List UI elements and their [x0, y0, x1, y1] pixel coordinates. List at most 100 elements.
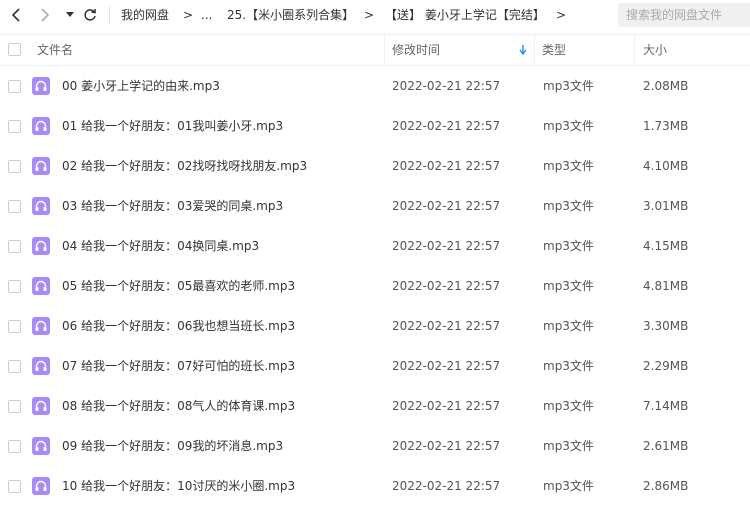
file-type: mp3文件: [543, 119, 594, 133]
column-type-header[interactable]: 类型: [542, 35, 566, 65]
row-checkbox[interactable]: [8, 480, 21, 493]
file-name[interactable]: 10 给我一个好朋友：10讨厌的米小圈.mp3: [62, 466, 295, 506]
chevron-left-icon: [11, 8, 20, 22]
sort-descending-icon[interactable]: [519, 45, 527, 55]
row-checkbox[interactable]: [8, 120, 21, 133]
table-row[interactable]: 09 给我一个好朋友：09我的坏消息.mp3 2022-02-21 22:57 …: [0, 426, 750, 466]
breadcrumb-separator: >: [183, 8, 194, 22]
column-divider[interactable]: [634, 35, 635, 65]
column-name-header[interactable]: 文件名: [37, 35, 73, 65]
file-modified: 2022-02-21 22:57: [392, 119, 501, 133]
breadcrumb-root[interactable]: 我的网盘: [121, 0, 169, 31]
table-row[interactable]: 01 给我一个好朋友：01我叫姜小牙.mp3 2022-02-21 22:57 …: [0, 106, 750, 146]
file-modified: 2022-02-21 22:57: [392, 359, 501, 373]
file-name[interactable]: 08 给我一个好朋友：08气人的体育课.mp3: [62, 386, 295, 426]
table-row[interactable]: 04 给我一个好朋友：04换同桌.mp3 2022-02-21 22:57 mp…: [0, 226, 750, 266]
file-size: 2.08MB: [643, 79, 689, 93]
file-name[interactable]: 01 给我一个好朋友：01我叫姜小牙.mp3: [62, 106, 283, 146]
file-size: 2.29MB: [643, 359, 689, 373]
column-size-header[interactable]: 大小: [643, 35, 667, 65]
breadcrumb-separator: >: [364, 8, 375, 22]
table-row[interactable]: 00 姜小牙上学记的由来.mp3 2022-02-21 22:57 mp3文件 …: [0, 66, 750, 106]
table-row[interactable]: 06 给我一个好朋友：06我也想当班长.mp3 2022-02-21 22:57…: [0, 306, 750, 346]
file-size: 4.10MB: [643, 159, 689, 173]
file-name[interactable]: 07 给我一个好朋友：07好可怕的班长.mp3: [62, 346, 295, 386]
breadcrumb-folder-current[interactable]: 【送】 姜小牙上学记【完结】: [385, 0, 545, 31]
file-size: 4.81MB: [643, 279, 689, 293]
file-modified: 2022-02-21 22:57: [392, 399, 501, 413]
audio-file-icon: [32, 277, 50, 295]
file-modified: 2022-02-21 22:57: [392, 319, 501, 333]
audio-file-icon: [32, 157, 50, 175]
audio-file-icon: [32, 397, 50, 415]
table-row[interactable]: 03 给我一个好朋友：03爱哭的同桌.mp3 2022-02-21 22:57 …: [0, 186, 750, 226]
table-row[interactable]: 05 给我一个好朋友：05最喜欢的老师.mp3 2022-02-21 22:57…: [0, 266, 750, 306]
file-name[interactable]: 02 给我一个好朋友：02找呀找呀找朋友.mp3: [62, 146, 307, 186]
audio-file-icon: [32, 437, 50, 455]
row-checkbox[interactable]: [8, 400, 21, 413]
file-name[interactable]: 00 姜小牙上学记的由来.mp3: [62, 66, 220, 106]
file-name[interactable]: 04 给我一个好朋友：04换同桌.mp3: [62, 226, 259, 266]
table-row[interactable]: 10 给我一个好朋友：10讨厌的米小圈.mp3 2022-02-21 22:57…: [0, 466, 750, 506]
file-modified: 2022-02-21 22:57: [392, 239, 501, 253]
file-size: 3.30MB: [643, 319, 689, 333]
caret-down-icon: [66, 12, 74, 17]
table-row[interactable]: 08 给我一个好朋友：08气人的体育课.mp3 2022-02-21 22:57…: [0, 386, 750, 426]
search-input[interactable]: [618, 3, 750, 27]
audio-file-icon: [32, 117, 50, 135]
file-modified: 2022-02-21 22:57: [392, 479, 501, 493]
file-name[interactable]: 05 给我一个好朋友：05最喜欢的老师.mp3: [62, 266, 295, 306]
chevron-right-icon: [41, 8, 50, 22]
file-type: mp3文件: [543, 399, 594, 413]
file-modified: 2022-02-21 22:57: [392, 79, 501, 93]
file-type: mp3文件: [543, 79, 594, 93]
history-dropdown-button[interactable]: [64, 5, 76, 25]
file-type: mp3文件: [543, 359, 594, 373]
refresh-icon: [84, 9, 96, 21]
audio-file-icon: [32, 357, 50, 375]
file-name[interactable]: 06 给我一个好朋友：06我也想当班长.mp3: [62, 306, 295, 346]
audio-file-icon: [32, 237, 50, 255]
file-modified: 2022-02-21 22:57: [392, 439, 501, 453]
column-divider[interactable]: [384, 35, 385, 65]
file-type: mp3文件: [543, 279, 594, 293]
row-checkbox[interactable]: [8, 80, 21, 93]
row-checkbox[interactable]: [8, 200, 21, 213]
file-type: mp3文件: [543, 319, 594, 333]
row-checkbox[interactable]: [8, 320, 21, 333]
toolbar-divider: [109, 6, 110, 25]
toolbar: 我的网盘 > ... 25.【米小圈系列合集】 > 【送】 姜小牙上学记【完结】…: [0, 0, 750, 31]
audio-file-icon: [32, 197, 50, 215]
file-type: mp3文件: [543, 159, 594, 173]
breadcrumb-folder-collection[interactable]: 25.【米小圈系列合集】: [227, 0, 354, 31]
row-checkbox[interactable]: [8, 440, 21, 453]
file-name[interactable]: 03 给我一个好朋友：03爱哭的同桌.mp3: [62, 186, 283, 226]
file-type: mp3文件: [543, 199, 594, 213]
file-modified: 2022-02-21 22:57: [392, 159, 501, 173]
table-row[interactable]: 02 给我一个好朋友：02找呀找呀找朋友.mp3 2022-02-21 22:5…: [0, 146, 750, 186]
file-size: 1.73MB: [643, 119, 689, 133]
table-row[interactable]: 07 给我一个好朋友：07好可怕的班长.mp3 2022-02-21 22:57…: [0, 346, 750, 386]
file-size: 2.86MB: [643, 479, 689, 493]
file-type: mp3文件: [543, 479, 594, 493]
row-checkbox[interactable]: [8, 160, 21, 173]
column-modified-header[interactable]: 修改时间: [392, 35, 440, 65]
row-checkbox[interactable]: [8, 360, 21, 373]
refresh-button[interactable]: [82, 5, 98, 25]
row-checkbox[interactable]: [8, 280, 21, 293]
column-divider[interactable]: [534, 35, 535, 65]
file-size: 7.14MB: [643, 399, 689, 413]
select-all-checkbox[interactable]: [8, 43, 21, 56]
file-type: mp3文件: [543, 239, 594, 253]
file-list-header: 文件名 修改时间 类型 大小: [0, 34, 750, 66]
forward-button[interactable]: [37, 5, 53, 25]
file-modified: 2022-02-21 22:57: [392, 279, 501, 293]
breadcrumb-separator: >: [556, 8, 567, 22]
file-name[interactable]: 09 给我一个好朋友：09我的坏消息.mp3: [62, 426, 283, 466]
audio-file-icon: [32, 317, 50, 335]
file-modified: 2022-02-21 22:57: [392, 199, 501, 213]
row-checkbox[interactable]: [8, 240, 21, 253]
back-button[interactable]: [8, 5, 24, 25]
file-size: 4.15MB: [643, 239, 689, 253]
breadcrumb-ellipsis[interactable]: ...: [201, 0, 212, 31]
